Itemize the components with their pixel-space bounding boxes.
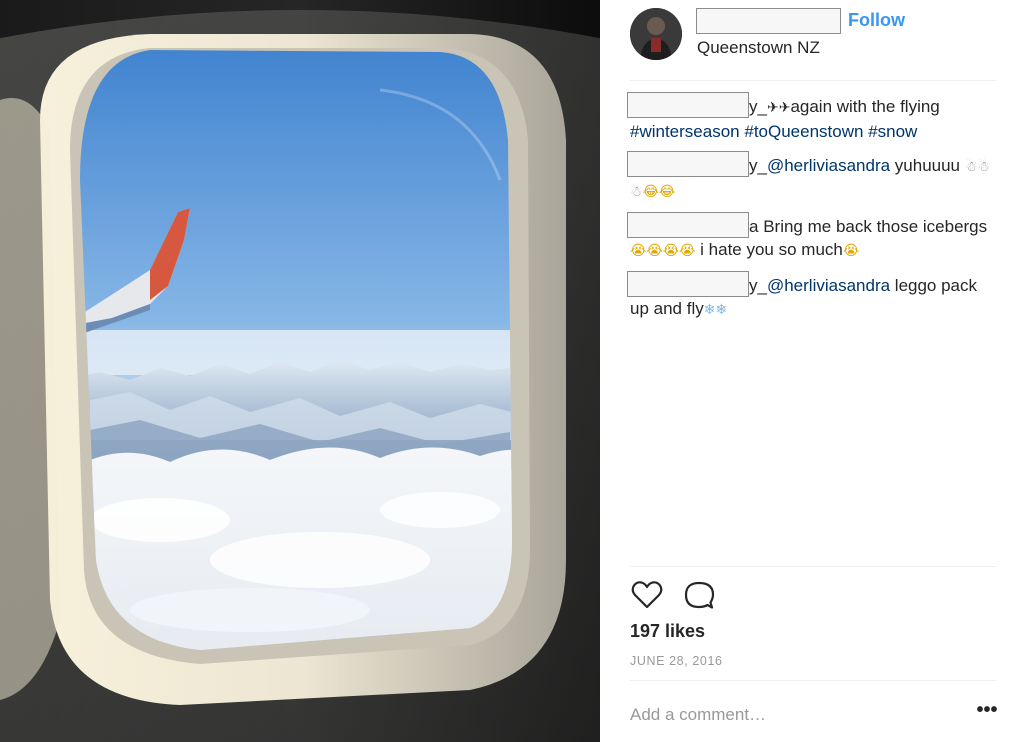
username-redacted[interactable]: [696, 8, 841, 34]
action-bar: [630, 578, 830, 614]
comment-emoji: 😭😭😭😭: [630, 243, 696, 259]
comment-item: a Bring me back those icebergs😭😭😭😭 i hat…: [627, 212, 996, 263]
post-header: Follow Queenstown NZ: [630, 6, 996, 78]
comment-text: again with the flying: [790, 97, 940, 116]
actions-divider: [630, 566, 996, 567]
comment-author-redacted[interactable]: [627, 92, 749, 118]
comment-item: y_@herliviasandra leggo pack up and fly❄…: [627, 271, 996, 322]
comment-divider: [630, 680, 996, 681]
post-date[interactable]: JUNE 28, 2016: [630, 654, 723, 668]
comment-item: y_✈✈again with the flying #winterseason …: [627, 92, 996, 143]
comment-item: y_@herliviasandra yuhuuuu ☃☃☃😂😂: [627, 151, 996, 204]
comment-author-tail[interactable]: y_: [749, 276, 767, 295]
comment-mention[interactable]: @herliviasandra: [767, 276, 890, 295]
comment-text: Bring me back those icebergs: [758, 217, 988, 236]
comments-list: y_✈✈again with the flying #winterseason …: [627, 92, 996, 330]
comment-emoji: 😭: [842, 243, 860, 259]
airplane-window-photo: [0, 0, 600, 742]
comment-author-tail[interactable]: y_: [749, 97, 767, 116]
comment-author-tail[interactable]: y_: [749, 156, 767, 175]
follow-button[interactable]: Follow: [848, 10, 905, 31]
avatar-image: [630, 8, 682, 60]
comment-author-redacted[interactable]: [627, 212, 749, 238]
comment-icon[interactable]: [682, 578, 716, 612]
comment-hashtag[interactable]: #toQueenstown: [744, 122, 863, 141]
comment-hashtag[interactable]: #winterseason: [630, 122, 740, 141]
likes-count[interactable]: 197 likes: [630, 621, 705, 642]
comment-emoji: ❄❄: [703, 302, 728, 318]
comment-mention[interactable]: @herliviasandra: [767, 156, 890, 175]
more-options-button[interactable]: •••: [974, 700, 1000, 726]
location-link[interactable]: Queenstown NZ: [697, 38, 820, 58]
comment-text: i hate you so much: [695, 240, 843, 259]
comment-author-redacted[interactable]: [627, 271, 749, 297]
post-photo[interactable]: [0, 0, 600, 742]
comment-emoji: ✈✈: [766, 100, 791, 116]
header-divider: [630, 80, 996, 81]
heart-icon[interactable]: [630, 578, 664, 612]
comment-emoji: 😂😂: [642, 184, 676, 200]
avatar[interactable]: [630, 8, 682, 60]
post-side-panel: Follow Queenstown NZ y_✈✈again with the …: [600, 0, 1024, 742]
add-comment-input[interactable]: [630, 702, 950, 728]
comment-hashtag[interactable]: #snow: [868, 122, 917, 141]
comment-text: yuhuuuu: [890, 156, 965, 175]
comment-author-redacted[interactable]: [627, 151, 749, 177]
